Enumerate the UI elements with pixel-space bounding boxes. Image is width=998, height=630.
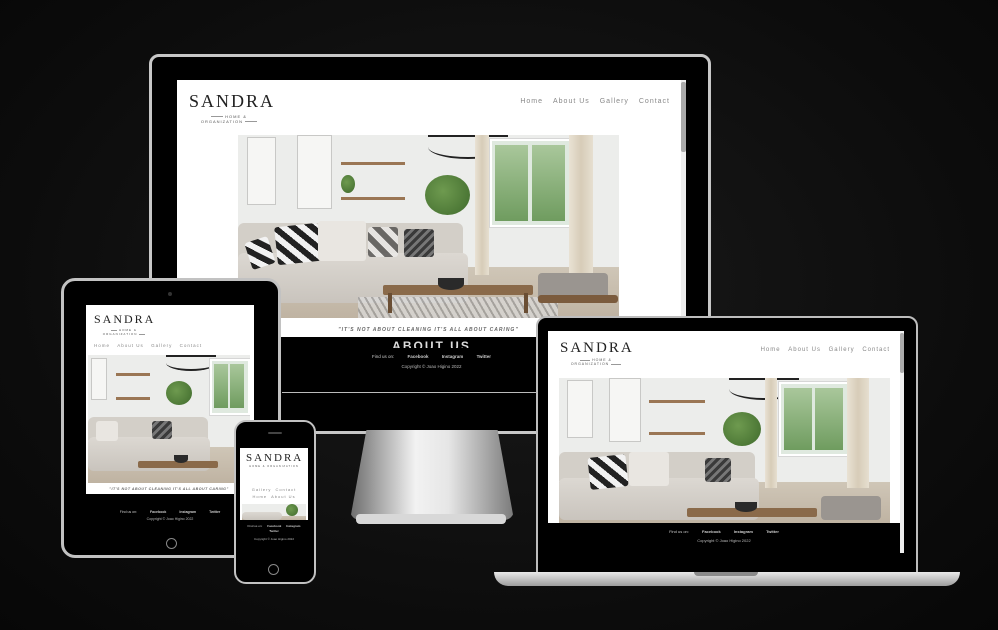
laptop-screen: SANDRA HOME & ORGANIZATION Home About Us… xyxy=(548,331,904,553)
phone-logo[interactable]: SANDRA HOME & ORGANIZATION xyxy=(246,452,302,468)
tablet-logo[interactable]: SANDRA HOME & ORGANIZATION xyxy=(94,312,154,336)
instagram-link[interactable]: Instagram xyxy=(442,354,464,359)
phone-home-button[interactable] xyxy=(268,564,279,575)
tablet-footer: Find us on: Facebook Instagram Twitter C… xyxy=(86,494,254,529)
tablet-screen: SANDRA HOME & ORGANIZATION Home About Us… xyxy=(86,305,254,529)
nav-contact[interactable]: Contact xyxy=(639,98,670,105)
logo-name: SANDRA xyxy=(189,91,276,111)
nav-gallery[interactable]: Gallery xyxy=(600,98,629,105)
laptop-scrollbar[interactable] xyxy=(900,331,904,553)
logo-tagline: HOME & ORGANIZATION xyxy=(200,114,247,124)
phone-hero-image xyxy=(242,504,306,520)
tablet-hero-image xyxy=(88,355,250,483)
laptop-hero-image xyxy=(559,378,890,523)
laptop-footer: Find us on: Facebook Instagram Twitter C… xyxy=(548,523,900,553)
site-logo[interactable]: SANDRA HOME & ORGANIZATION xyxy=(189,91,276,124)
laptop-logo[interactable]: SANDRA HOME & ORGANIZATION xyxy=(560,340,632,366)
main-nav: Home About Us Gallery Contact xyxy=(512,98,670,105)
facebook-link[interactable]: Facebook xyxy=(408,354,429,359)
twitter-link[interactable]: Twitter xyxy=(477,354,491,359)
phone-screen: SANDRA HOME & ORGANIZATION Gallery Contac… xyxy=(240,448,308,554)
desktop-scrollbar[interactable] xyxy=(681,80,686,337)
find-us-label: Find us on: xyxy=(371,354,395,359)
nav-home[interactable]: Home xyxy=(520,98,543,105)
laptop-nav: Home About Us Gallery Contact xyxy=(760,347,890,353)
monitor-stand xyxy=(350,430,514,520)
nav-about-us[interactable]: About Us xyxy=(553,98,590,105)
tablet-quote: "IT'S NOT ABOUT CLEANING IT'S ALL ABOUT … xyxy=(109,487,229,491)
tablet-nav: Home About Us Gallery Contact xyxy=(94,343,203,348)
phone-nav: Gallery Contact Home About Us xyxy=(251,487,297,499)
tablet-home-button[interactable] xyxy=(166,538,177,549)
hero-image xyxy=(238,135,619,318)
phone-footer: Find us on: Facebook Instagram Twitter C… xyxy=(240,520,308,554)
